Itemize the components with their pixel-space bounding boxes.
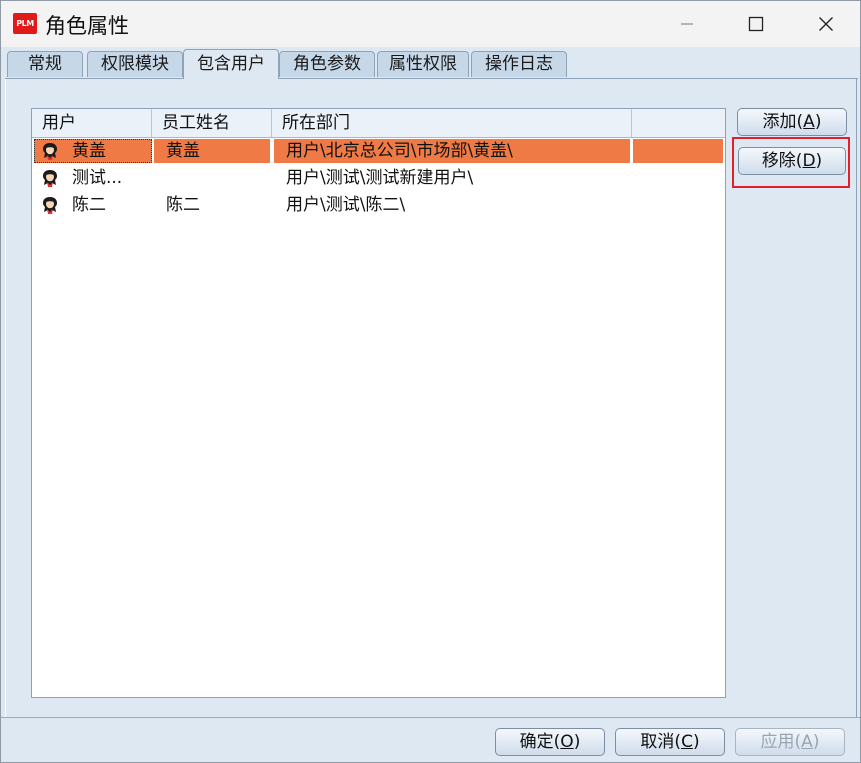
cell-department: 用户\测试\陈二\ xyxy=(286,195,406,215)
ok-button-label-end: ) xyxy=(573,732,581,752)
cell-employee-name: 陈二 xyxy=(166,195,200,215)
list-header: 用户 员工姓名 所在部门 xyxy=(32,109,725,138)
cell-employee-name: 黄盖 xyxy=(166,141,200,161)
ok-button-accelerator: O xyxy=(560,732,574,752)
tab-general[interactable]: 常规 xyxy=(7,51,83,77)
title-bar[interactable]: PLM 角色属性 xyxy=(1,1,860,47)
add-button-label: 添加( xyxy=(762,112,804,132)
remove-button-highlight-box xyxy=(732,137,850,188)
tab-attribute-permissions[interactable]: 属性权限 xyxy=(377,51,469,77)
add-button[interactable]: 添加(A) xyxy=(737,108,847,136)
column-header-user[interactable]: 用户 xyxy=(32,109,152,137)
footer-divider xyxy=(1,717,860,718)
cell-department: 用户\北京总公司\市场部\黄盖\ xyxy=(286,141,513,161)
selection-highlight xyxy=(633,139,723,163)
ok-button[interactable]: 确定(O) xyxy=(495,728,605,756)
apply-button-accelerator: A xyxy=(801,732,813,752)
minimize-icon xyxy=(681,23,693,25)
table-row[interactable]: 测试... 用户\测试\测试新建用户\ xyxy=(32,165,725,191)
cell-user: 测试... xyxy=(72,168,123,188)
apply-button-label-end: ) xyxy=(812,732,820,752)
tab-permission-modules[interactable]: 权限模块 xyxy=(87,51,183,77)
cancel-button-accelerator: C xyxy=(681,732,693,752)
table-row[interactable]: 黄盖 黄盖 用户\北京总公司\市场部\黄盖\ xyxy=(32,138,725,164)
cell-department: 用户\测试\测试新建用户\ xyxy=(286,168,474,188)
maximize-button[interactable] xyxy=(728,1,784,47)
close-button[interactable] xyxy=(798,1,854,47)
add-button-label-end: ) xyxy=(814,112,822,132)
maximize-icon xyxy=(748,16,764,32)
user-list[interactable]: 用户 员工姓名 所在部门 黄盖 黄盖 用户\北京总公司\市场部\黄盖\ 测试..… xyxy=(31,108,726,698)
tab-divider xyxy=(5,78,858,79)
cancel-button-label-end: ) xyxy=(692,732,700,752)
window-title: 角色属性 xyxy=(45,14,129,38)
apply-button-label: 应用( xyxy=(760,732,802,752)
user-avatar-icon xyxy=(43,197,57,214)
table-row[interactable]: 陈二 陈二 用户\测试\陈二\ xyxy=(32,192,725,218)
user-avatar-icon xyxy=(43,143,57,160)
cancel-button[interactable]: 取消(C) xyxy=(615,728,725,756)
column-header-empty[interactable] xyxy=(632,109,725,137)
add-button-accelerator: A xyxy=(803,112,815,132)
cell-user: 黄盖 xyxy=(72,141,106,161)
apply-button[interactable]: 应用(A) xyxy=(735,728,845,756)
ok-button-label: 确定( xyxy=(519,732,561,752)
cell-user: 陈二 xyxy=(72,195,106,215)
tab-included-users[interactable]: 包含用户 xyxy=(183,49,279,79)
minimize-button[interactable] xyxy=(659,1,715,47)
column-header-department[interactable]: 所在部门 xyxy=(272,109,632,137)
plm-app-icon: PLM xyxy=(13,13,37,34)
tab-strip: 常规 权限模块 包含用户 角色参数 属性权限 操作日志 xyxy=(5,49,605,79)
role-properties-dialog: PLM 角色属性 常规 权限模块 包含用户 角色参数 属性权限 操作日志 用户 … xyxy=(0,0,861,763)
column-header-employee-name[interactable]: 员工姓名 xyxy=(152,109,272,137)
tab-role-parameters[interactable]: 角色参数 xyxy=(279,51,375,77)
tab-operation-log[interactable]: 操作日志 xyxy=(471,51,567,77)
user-avatar-icon xyxy=(43,170,57,187)
close-icon xyxy=(819,17,833,31)
cancel-button-label: 取消( xyxy=(640,732,682,752)
